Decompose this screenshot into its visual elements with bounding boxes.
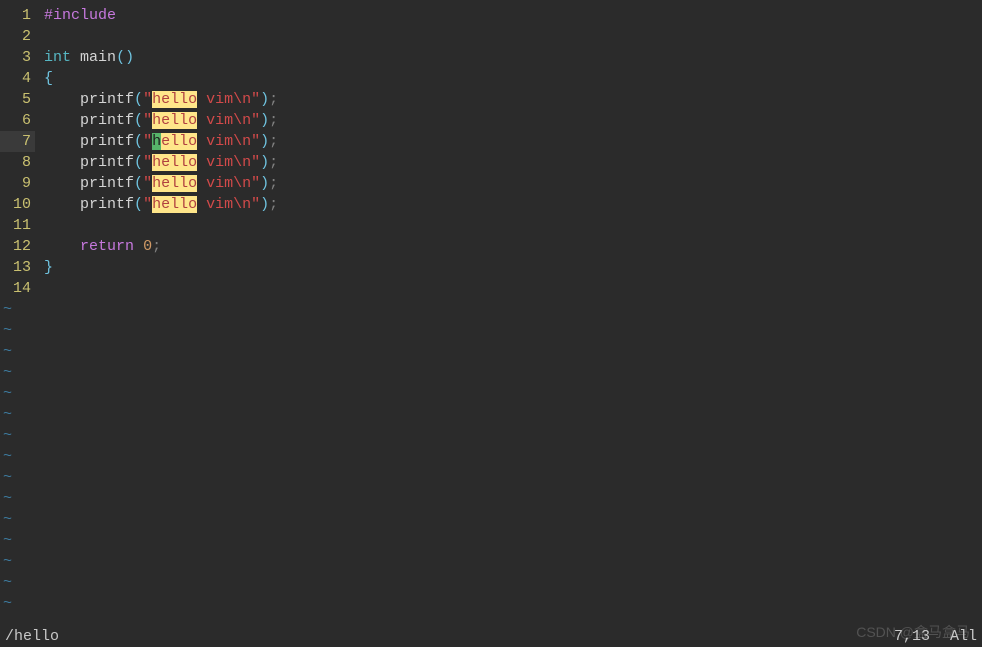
- code-line: 3 int main(): [0, 47, 982, 68]
- line-content: [35, 215, 982, 236]
- tilde-line: ~: [0, 488, 982, 509]
- line-number: 9: [0, 173, 35, 194]
- tilde-line: ~: [0, 467, 982, 488]
- line-content: printf("hello vim\n");: [35, 110, 982, 131]
- tilde-icon: ~: [0, 383, 12, 404]
- status-line: /hello 7,13 All: [0, 625, 982, 647]
- line-content: #include: [35, 5, 982, 26]
- line-number: 14: [0, 278, 35, 299]
- code-line: 4 {: [0, 68, 982, 89]
- tilde-line: ~: [0, 404, 982, 425]
- tilde-icon: ~: [0, 572, 12, 593]
- tilde-icon: ~: [0, 362, 12, 383]
- code-line: 9 printf("hello vim\n");: [0, 173, 982, 194]
- tilde-icon: ~: [0, 488, 12, 509]
- tilde-icon: ~: [0, 404, 12, 425]
- line-content: }: [35, 257, 982, 278]
- line-number: 5: [0, 89, 35, 110]
- code-line: 5 printf("hello vim\n");: [0, 89, 982, 110]
- line-number: 4: [0, 68, 35, 89]
- tilde-line: ~: [0, 299, 982, 320]
- line-content: printf("hello vim\n");: [35, 152, 982, 173]
- line-number: 13: [0, 257, 35, 278]
- tilde-line: ~: [0, 362, 982, 383]
- tilde-line: ~: [0, 551, 982, 572]
- cursor-position: 7,13: [894, 626, 930, 647]
- status-right: 7,13 All: [894, 626, 977, 647]
- line-number: 3: [0, 47, 35, 68]
- tilde-line: ~: [0, 425, 982, 446]
- tilde-line: ~: [0, 383, 982, 404]
- tilde-icon: ~: [0, 593, 12, 614]
- scroll-indicator: All: [950, 626, 977, 647]
- tilde-icon: ~: [0, 551, 12, 572]
- line-content: printf("hello vim\n");: [35, 194, 982, 215]
- code-lines: 1 #include 2 3 int main()4 {5 printf("he…: [0, 5, 982, 299]
- line-number: 10: [0, 194, 35, 215]
- tilde-line: ~: [0, 341, 982, 362]
- code-line: 14: [0, 278, 982, 299]
- line-content: printf("hello vim\n");: [35, 89, 982, 110]
- line-number: 12: [0, 236, 35, 257]
- code-line: 6 printf("hello vim\n");: [0, 110, 982, 131]
- tilde-lines: ~~~~~~~~~~~~~~~: [0, 299, 982, 614]
- code-line: 2: [0, 26, 982, 47]
- editor-area[interactable]: 1 #include 2 3 int main()4 {5 printf("he…: [0, 0, 982, 625]
- tilde-line: ~: [0, 530, 982, 551]
- line-content: return 0;: [35, 236, 982, 257]
- line-number: 11: [0, 215, 35, 236]
- code-line: 10 printf("hello vim\n");: [0, 194, 982, 215]
- line-content: printf("hello vim\n");: [35, 173, 982, 194]
- tilde-line: ~: [0, 320, 982, 341]
- tilde-line: ~: [0, 509, 982, 530]
- tilde-icon: ~: [0, 509, 12, 530]
- code-line: 12 return 0;: [0, 236, 982, 257]
- tilde-icon: ~: [0, 467, 12, 488]
- code-line: 13 }: [0, 257, 982, 278]
- tilde-line: ~: [0, 572, 982, 593]
- line-content: {: [35, 68, 982, 89]
- tilde-icon: ~: [0, 530, 12, 551]
- line-number: 1: [0, 5, 35, 26]
- tilde-line: ~: [0, 446, 982, 467]
- line-content: [35, 278, 982, 299]
- line-number: 7: [0, 131, 35, 152]
- code-line: 8 printf("hello vim\n");: [0, 152, 982, 173]
- line-number: 2: [0, 26, 35, 47]
- tilde-icon: ~: [0, 299, 12, 320]
- tilde-icon: ~: [0, 341, 12, 362]
- code-line: 1 #include: [0, 5, 982, 26]
- line-content: [35, 26, 982, 47]
- tilde-icon: ~: [0, 320, 12, 341]
- code-line: 7 printf("hello vim\n");: [0, 131, 982, 152]
- code-line: 11: [0, 215, 982, 236]
- line-number: 8: [0, 152, 35, 173]
- line-content: int main(): [35, 47, 982, 68]
- line-content: printf("hello vim\n");: [35, 131, 982, 152]
- tilde-icon: ~: [0, 446, 12, 467]
- line-number: 6: [0, 110, 35, 131]
- search-command: /hello: [5, 626, 59, 647]
- tilde-icon: ~: [0, 425, 12, 446]
- tilde-line: ~: [0, 593, 982, 614]
